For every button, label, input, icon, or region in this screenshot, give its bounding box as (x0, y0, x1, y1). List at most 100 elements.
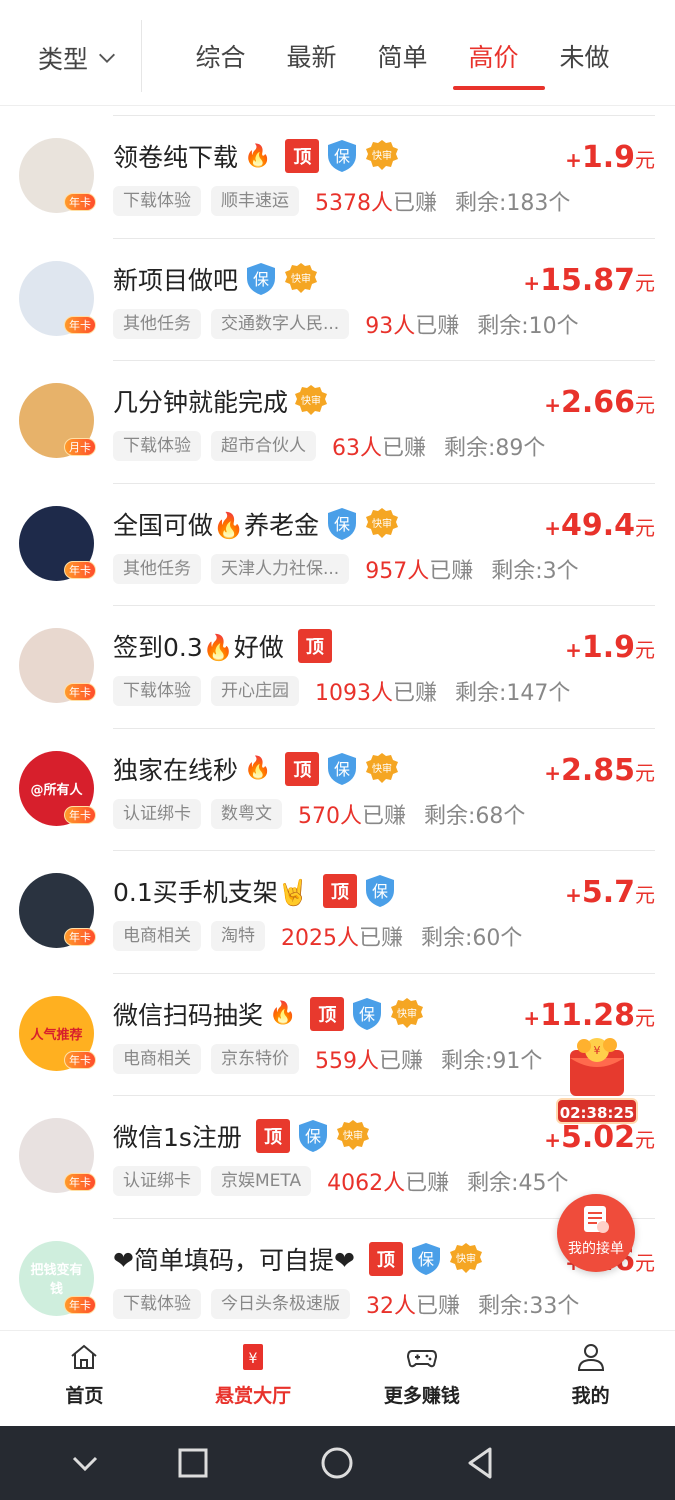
task-title: 微信扫码抽奖 (113, 1000, 264, 1030)
fast-review-icon: 快审 (365, 139, 399, 173)
tab-not-done[interactable]: 未做 (539, 38, 630, 78)
fire-icon: 🔥 (244, 756, 272, 781)
task-row[interactable]: 年卡 0.1买手机支架🤘 顶保 +5.7元 电商相关 淘特 2025人已赚 剩余:60个 (0, 841, 675, 963)
fast-review-icon: 快审 (336, 1119, 370, 1153)
fast-review-icon: 快审 (365, 752, 399, 786)
task-title: 微信1s注册 (113, 1123, 242, 1152)
shield-label: 保 (334, 147, 350, 166)
fire-icon: 🔥 (244, 143, 272, 169)
remaining-count: 剩余:60个 (421, 926, 523, 951)
membership-badge: 年卡 (64, 683, 96, 701)
meta-line: 下载体验 开心庄园 1093人已赚 剩余:147个 (113, 674, 570, 708)
shield-label: 保 (253, 270, 269, 289)
filter-tabs: 综合 最新 简单 高价 未做 (175, 38, 630, 78)
plus-sign: + (565, 638, 582, 662)
reward-price: +49.4元 (544, 508, 655, 543)
price-unit: 元 (635, 148, 655, 172)
remaining-count: 剩余:183个 (455, 191, 571, 216)
price-unit: 元 (635, 515, 655, 540)
shield-icon: 保 (244, 261, 278, 297)
task-row[interactable]: 年卡 签到0.3🔥好做顶 +1.9元 下载体验 开心庄园 1093人已赚 剩余:147个 (0, 596, 675, 718)
task-title: 全国可做🔥养老金 (113, 510, 320, 540)
avatar: @所有人 年卡 (19, 750, 96, 826)
title-line: ❤简单填码，可自提❤ 顶保 快审 (113, 1239, 483, 1279)
fast-review-icon: 快审 (449, 1242, 483, 1276)
title-line: 领卷纯下载 🔥 顶保 快审 (113, 136, 399, 176)
task-row[interactable]: 年卡 新项目做吧保 快审 +15.87元 其他任务 交通数字人民... 93人已赚 剩余:10… (0, 229, 675, 351)
earned-number: 957人 (365, 558, 430, 584)
price-unit: 元 (635, 1005, 655, 1030)
membership-badge: 年卡 (64, 193, 96, 211)
fast-review-label: 快审 (372, 517, 392, 530)
tab-high-price[interactable]: 高价 (448, 38, 539, 78)
earned-number: 32人 (366, 1293, 416, 1319)
avatar: 年卡 (19, 260, 96, 336)
earned-number: 93人 (365, 313, 416, 339)
pinned-tag: 顶 (368, 1241, 403, 1276)
chevron-down-icon[interactable] (66, 1444, 104, 1482)
my-orders-button[interactable]: 我的接单 (557, 1194, 635, 1272)
meta-line: 电商相关 京东特价 559人已赚 剩余:91个 (113, 1042, 542, 1076)
task-row[interactable]: 年卡 全国可做🔥养老金保 快审 +49.4元 其他任务 天津人力社保... 957人已赚 剩余… (0, 474, 675, 596)
nav-more-earn[interactable]: 更多赚钱 (338, 1331, 507, 1426)
nav-reward-hall[interactable]: ¥ 悬赏大厅 (169, 1331, 338, 1426)
earned-suffix: 已赚 (429, 558, 474, 584)
home-circle-icon[interactable] (318, 1444, 356, 1482)
price-amount: 5.7 (581, 875, 635, 910)
avatar: 年卡 (19, 505, 96, 581)
recent-apps-icon[interactable] (174, 1444, 212, 1482)
task-row[interactable]: 月卡 几分钟就能完成 快审 +2.66元 下载体验 超市合伙人 63人已赚 剩余:89个 (0, 351, 675, 473)
price-amount: 1.9 (581, 630, 635, 665)
price-amount: 49.4 (560, 507, 635, 543)
membership-badge: 年卡 (64, 1295, 96, 1314)
svg-text:¥: ¥ (249, 1351, 258, 1367)
membership-badge: 年卡 (64, 928, 96, 946)
tab-comprehensive[interactable]: 综合 (175, 38, 266, 78)
earned-count: 570人已赚 (298, 798, 406, 830)
merchant-chip: 超市合伙人 (211, 431, 316, 461)
shield-icon: 保 (350, 996, 384, 1032)
nav-mine[interactable]: 我的 (506, 1331, 675, 1426)
plus-sign: + (544, 1128, 561, 1152)
task-row[interactable]: @所有人 年卡 独家在线秒 🔥 顶保 快审 +2.85元 认证绑卡 数粤文 570人已赚 剩余:68… (0, 719, 675, 841)
earned-suffix: 已赚 (405, 1171, 450, 1196)
task-title: ❤简单填码，可自提❤ (113, 1245, 355, 1275)
plus-sign: + (565, 148, 582, 172)
nav-home[interactable]: 首页 (0, 1331, 169, 1426)
price-amount: 2.85 (560, 752, 635, 788)
back-icon[interactable] (462, 1444, 500, 1482)
earned-suffix: 已赚 (359, 926, 404, 951)
earned-count: 559人已赚 (315, 1043, 423, 1075)
task-row[interactable]: 年卡 领卷纯下载 🔥 顶保 快审 +1.9元 下载体验 顺丰速运 5378人已赚 剩余:183个 (0, 106, 675, 228)
nav-reward-hall-label: 悬赏大厅 (215, 1385, 292, 1407)
fast-review-label: 快审 (291, 272, 311, 285)
category-chip: 电商相关 (113, 1043, 201, 1074)
red-packet-widget[interactable]: ¥ 02:38:25 (556, 1036, 638, 1126)
row-divider (113, 360, 655, 361)
task-title: 独家在线秒 (113, 755, 239, 785)
price-amount: 1.9 (581, 140, 635, 175)
shield-label: 保 (359, 1005, 375, 1024)
task-title: 签到0.3🔥好做 (113, 633, 284, 662)
row-divider (113, 605, 655, 606)
pinned-tag: 顶 (310, 996, 345, 1031)
merchant-chip: 今日头条极速版 (211, 1288, 350, 1319)
plus-sign: + (523, 270, 541, 295)
tab-simple[interactable]: 简单 (357, 38, 448, 78)
earned-count: 93人已赚 (365, 308, 459, 340)
price-unit: 元 (635, 883, 655, 907)
meta-line: 下载体验 超市合伙人 63人已赚 剩余:89个 (113, 429, 545, 463)
task-title: 领卷纯下载 (113, 143, 239, 172)
earned-number: 570人 (298, 803, 362, 829)
tab-latest[interactable]: 最新 (266, 38, 357, 78)
type-dropdown[interactable]: 类型 (38, 36, 118, 80)
reward-hall-icon: ¥ (243, 1344, 264, 1370)
shield-label: 保 (334, 760, 350, 779)
price-unit: 元 (635, 1250, 655, 1275)
fast-review-label: 快审 (372, 762, 392, 775)
plus-sign: + (523, 1005, 541, 1030)
fast-review-label: 快审 (372, 149, 392, 162)
my-orders-label: 我的接单 (568, 1241, 624, 1257)
merchant-chip: 京东特价 (211, 1043, 299, 1074)
title-line: 新项目做吧保 快审 (113, 259, 318, 299)
